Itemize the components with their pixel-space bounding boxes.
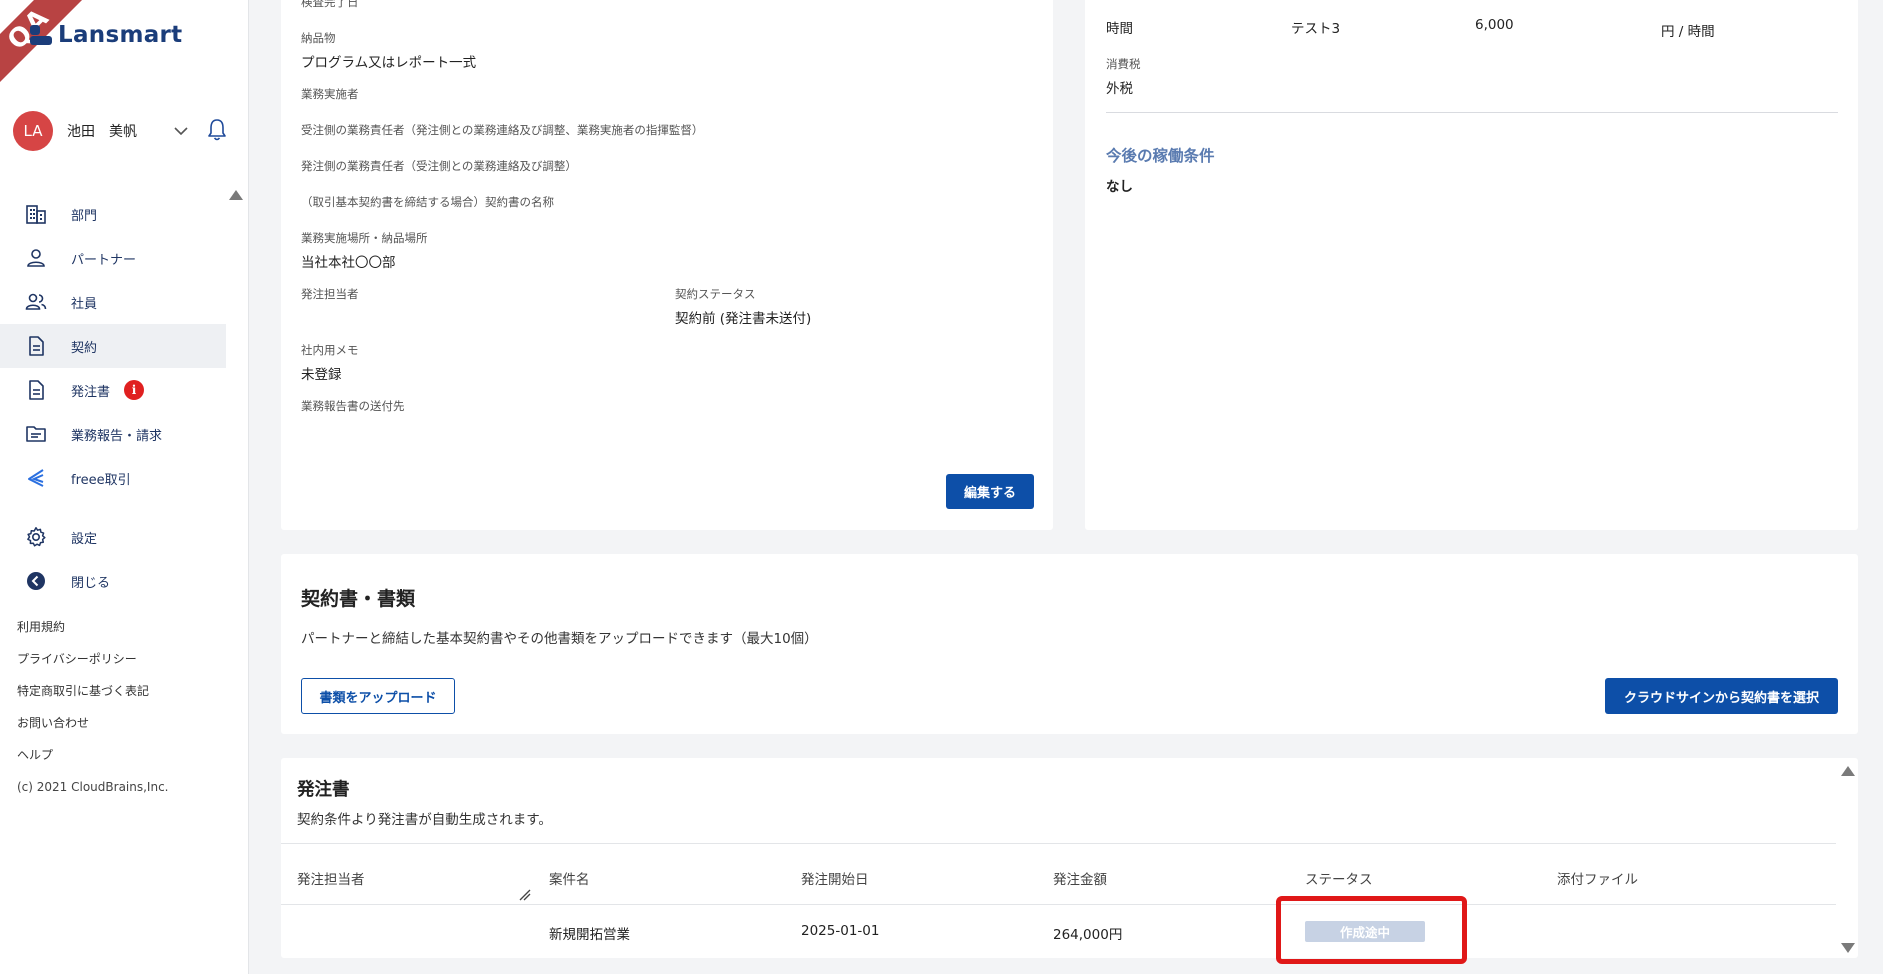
basic-contract-label: （取引基本契約書を締結する場合）契約書の名称: [301, 195, 554, 209]
future-conditions-title: 今後の稼働条件: [1106, 147, 1215, 165]
copyright: (c) 2021 CloudBrains,Inc.: [17, 780, 169, 794]
tax-value: 外税: [1106, 81, 1133, 97]
contract-status-value: 契約前 (発注書未送付): [675, 311, 812, 327]
project-name-cell: 新規開拓営業: [549, 927, 630, 943]
sidebar-item-label: 社員: [71, 296, 98, 312]
executor-label: 業務実施者: [301, 87, 359, 101]
app-logo[interactable]: Lansmart: [30, 22, 182, 48]
divider: [281, 843, 1836, 844]
contractor-manager-label: 受注側の業務責任者（発注側との業務連絡及び調整、業務実施者の指揮監督）: [301, 123, 704, 137]
future-conditions-value: なし: [1106, 179, 1133, 195]
sidebar-scroll-up-arrow[interactable]: [229, 190, 243, 200]
sidebar-item-label: 業務報告・請求: [71, 428, 163, 444]
location-label: 業務実施場所・納品場所: [301, 231, 428, 245]
documents-description: パートナーと締結した基本契約書やその他書類をアップロードできます（最大10個）: [301, 631, 818, 647]
start-date-cell: 2025-01-01: [801, 923, 880, 939]
column-header-attachment[interactable]: 添付ファイル: [1557, 868, 1638, 888]
rate-conditions-card: 時間 テスト3 6,000 円 / 時間 消費税 外税 今後の稼働条件 なし: [1085, 0, 1858, 530]
sidebar-item-contracts[interactable]: 契約: [0, 324, 226, 368]
sidebar-item-departments[interactable]: 部門: [0, 192, 226, 236]
sidebar-item-label: 部門: [71, 208, 98, 224]
chevron-down-icon[interactable]: [173, 123, 189, 139]
logo-text: Lansmart: [58, 22, 183, 48]
purchase-orders-description: 契約条件より発注書が自動生成されます。: [297, 812, 552, 828]
purchase-orders-title: 発注書: [297, 780, 350, 800]
divider: [1106, 112, 1838, 113]
sidebar-nav: 部門 パートナー 社員 契約 発注書 i 業務報告・請求 freee取引: [0, 192, 226, 500]
sidebar-item-label: 発注書: [71, 384, 111, 400]
memo-value: 未登録: [301, 367, 342, 383]
location-value: 当社本社〇〇部: [301, 255, 396, 271]
column-header-amount[interactable]: 発注金額: [1053, 868, 1107, 888]
report-destination-label: 業務報告書の送付先: [301, 399, 405, 413]
orderer-manager-label: 発注側の業務責任者（受注側との業務連絡及び調整）: [301, 159, 577, 173]
footer-link-contact[interactable]: お問い合わせ: [17, 712, 149, 744]
scroll-up-arrow[interactable]: [1841, 766, 1855, 776]
sidebar-item-label: パートナー: [71, 252, 137, 268]
gear-icon: [25, 526, 47, 548]
documents-card: 契約書・書類 パートナーと締結した基本契約書やその他書類をアップロードできます（…: [281, 554, 1858, 734]
contract-detail-card: 検査完了日 納品物 プログラム又はレポート一式 業務実施者 受注側の業務責任者（…: [281, 0, 1053, 530]
user-name: 池田 美帆: [67, 124, 137, 140]
column-header-project-name[interactable]: 案件名: [549, 868, 590, 888]
sidebar: QA Lansmart LA 池田 美帆 部門 パートナー 社員 契約 発注書 …: [0, 0, 249, 974]
rate-item-value: テスト3: [1291, 21, 1341, 37]
cloudsign-select-button[interactable]: クラウドサインから契約書を選択: [1605, 678, 1838, 714]
sidebar-nav-secondary: 設定 閉じる: [0, 515, 226, 603]
building-icon: [25, 203, 47, 225]
sidebar-item-close[interactable]: 閉じる: [0, 559, 226, 603]
contract-status-label: 契約ステータス: [675, 287, 756, 301]
deliverable-value: プログラム又はレポート一式: [301, 55, 477, 71]
footer-link-commerce-law[interactable]: 特定商取引に基づく表記: [17, 680, 149, 712]
upload-document-button[interactable]: 書類をアップロード: [301, 678, 455, 714]
settings-label: 設定: [71, 531, 98, 547]
column-header-order-person[interactable]: 発注担当者: [297, 868, 365, 888]
info-badge-icon: i: [124, 380, 145, 400]
documents-title: 契約書・書類: [301, 588, 416, 610]
freee-icon: [25, 467, 47, 489]
people-icon: [25, 291, 47, 313]
scroll-down-arrow[interactable]: [1841, 943, 1855, 953]
table-row[interactable]: 新規開拓営業 2025-01-01 264,000円 作成途中: [281, 905, 1836, 957]
footer-links: 利用規約 プライバシーポリシー 特定商取引に基づく表記 お問い合わせ ヘルプ: [17, 616, 149, 776]
column-resize-icon[interactable]: [519, 889, 531, 901]
footer-link-help[interactable]: ヘルプ: [17, 744, 149, 776]
sidebar-item-settings[interactable]: 設定: [0, 515, 226, 559]
status-highlight-box: [1276, 896, 1467, 964]
bell-icon[interactable]: [206, 117, 228, 143]
footer-link-privacy[interactable]: プライバシーポリシー: [17, 648, 149, 680]
folder-icon: [25, 423, 47, 445]
sidebar-item-employees[interactable]: 社員: [0, 280, 226, 324]
person-icon: [25, 247, 47, 269]
sidebar-item-partners[interactable]: パートナー: [0, 236, 226, 280]
arrow-left-circle-icon: [25, 570, 47, 592]
logo-icon: [30, 23, 54, 47]
sidebar-item-purchase-orders[interactable]: 発注書 i: [0, 368, 226, 412]
inspection-date-label: 検査完了日: [301, 0, 359, 9]
unit-price-value: 6,000: [1475, 17, 1514, 33]
avatar: LA: [13, 111, 53, 151]
tax-label: 消費税: [1106, 57, 1141, 71]
sidebar-item-label: freee取引: [71, 472, 131, 488]
deliverable-label: 納品物: [301, 31, 336, 45]
amount-cell: 264,000円: [1053, 927, 1123, 943]
close-label: 閉じる: [71, 575, 111, 591]
sidebar-item-freee[interactable]: freee取引: [0, 456, 226, 500]
document-icon: [25, 379, 47, 401]
memo-label: 社内用メモ: [301, 343, 359, 357]
sidebar-item-label: 契約: [71, 340, 98, 356]
unit-type-value: 時間: [1106, 21, 1133, 37]
column-header-start-date[interactable]: 発注開始日: [801, 868, 869, 888]
order-person-label: 発注担当者: [301, 287, 359, 301]
sidebar-item-reports-billing[interactable]: 業務報告・請求: [0, 412, 226, 456]
unit-value: 円 / 時間: [1661, 24, 1715, 40]
user-menu[interactable]: LA 池田 美帆: [13, 111, 233, 151]
footer-link-terms[interactable]: 利用規約: [17, 616, 149, 648]
edit-button[interactable]: 編集する: [946, 474, 1034, 509]
document-icon: [25, 335, 47, 357]
column-header-status[interactable]: ステータス: [1305, 868, 1373, 888]
purchase-orders-card: 発注書 契約条件より発注書が自動生成されます。 発注担当者 案件名 発注開始日 …: [281, 758, 1858, 958]
